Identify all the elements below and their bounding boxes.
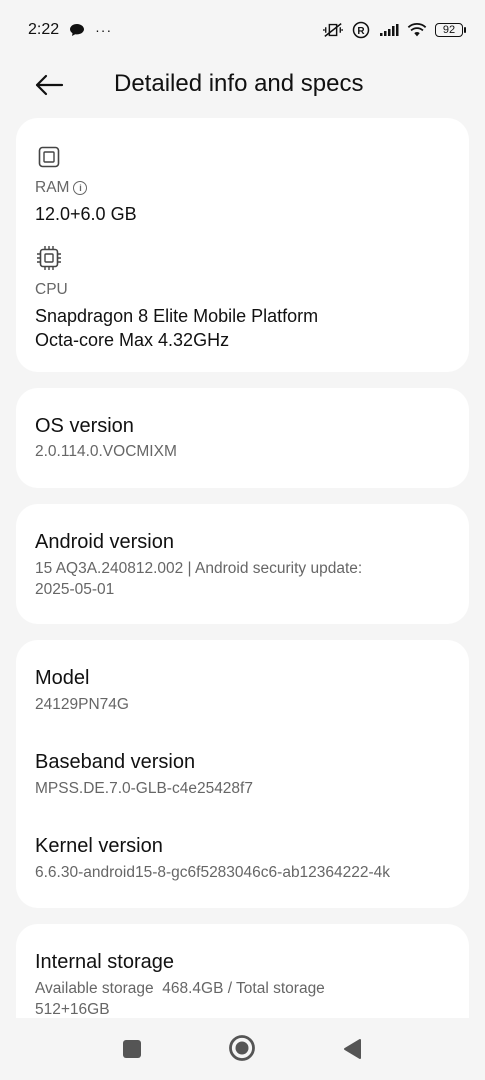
status-time: 2:22 [28,21,60,38]
signal-icon [379,21,399,39]
os-version-value: 2.0.114.0.VOCMIXM [35,443,177,460]
back-button[interactable] [32,68,66,102]
ram-label-text: RAM [35,179,70,196]
android-version-card[interactable]: Android version 15 AQ3A.240812.002 | And… [16,504,469,624]
navigation-bar [0,1018,485,1080]
kernel-title: Kernel version [35,835,163,857]
device-info-card: Model 24129PN74G Baseband version MPSS.D… [16,640,469,908]
info-icon[interactable]: i [73,181,88,195]
storage-card[interactable]: Internal storage Available storage 468.4… [16,924,469,1018]
hardware-card: RAM i 12.0+6.0 GB CPU Snapdragon 8 Elite … [16,118,469,372]
status-bar: 2:22 ··· R 92 [0,0,485,60]
cpu-line-1: Snapdragon 8 Elite Mobile Platform [35,306,319,326]
chat-bubble-icon [67,21,87,39]
wifi-icon [407,21,427,39]
page-title: Detailed info and specs [114,70,364,97]
cpu-line-2: Octa-core Max 4.32GHz [35,330,230,350]
svg-text:R: R [357,26,365,37]
cpu-label: CPU [35,281,68,298]
status-right: R 92 [323,21,466,39]
model-title: Model [35,667,90,689]
ram-chip-icon [36,144,62,175]
android-version-line-1: 15 AQ3A.240812.002 | Android security up… [35,560,363,577]
circle-home-icon [229,1035,255,1061]
status-more: ··· [95,22,113,38]
storage-title: Internal storage [35,951,174,973]
back-nav-button[interactable] [336,1033,368,1065]
os-version-title: OS version [35,415,134,437]
status-left: 2:22 ··· [28,21,112,39]
android-version-line-2: 2025-05-01 [35,581,115,598]
storage-line-1: Available storage 468.4GB / Total storag… [35,980,325,997]
storage-line-2: 512+16GB [35,1001,110,1018]
cpu-chip-icon [36,245,62,276]
model-value: 24129PN74G [35,696,129,713]
home-button[interactable] [226,1032,258,1064]
roaming-icon: R [351,21,371,39]
ram-label: RAM i [35,179,88,197]
recents-button[interactable] [116,1033,148,1065]
baseband-value: MPSS.DE.7.0-GLB-c4e25428f7 [35,780,253,797]
android-version-title: Android version [35,531,174,553]
ram-value: 12.0+6.0 GB [35,204,137,224]
vibrate-off-icon [323,21,343,39]
os-version-card[interactable]: OS version 2.0.114.0.VOCMIXM [16,388,469,488]
header: Detailed info and specs [0,60,485,110]
battery-indicator: 92 [435,23,466,37]
kernel-value: 6.6.30-android15-8-gc6f5283046c6-ab12364… [35,864,391,881]
back-arrow-icon [35,74,64,96]
square-icon [123,1040,141,1058]
triangle-back-icon [344,1039,361,1059]
baseband-title: Baseband version [35,751,196,773]
